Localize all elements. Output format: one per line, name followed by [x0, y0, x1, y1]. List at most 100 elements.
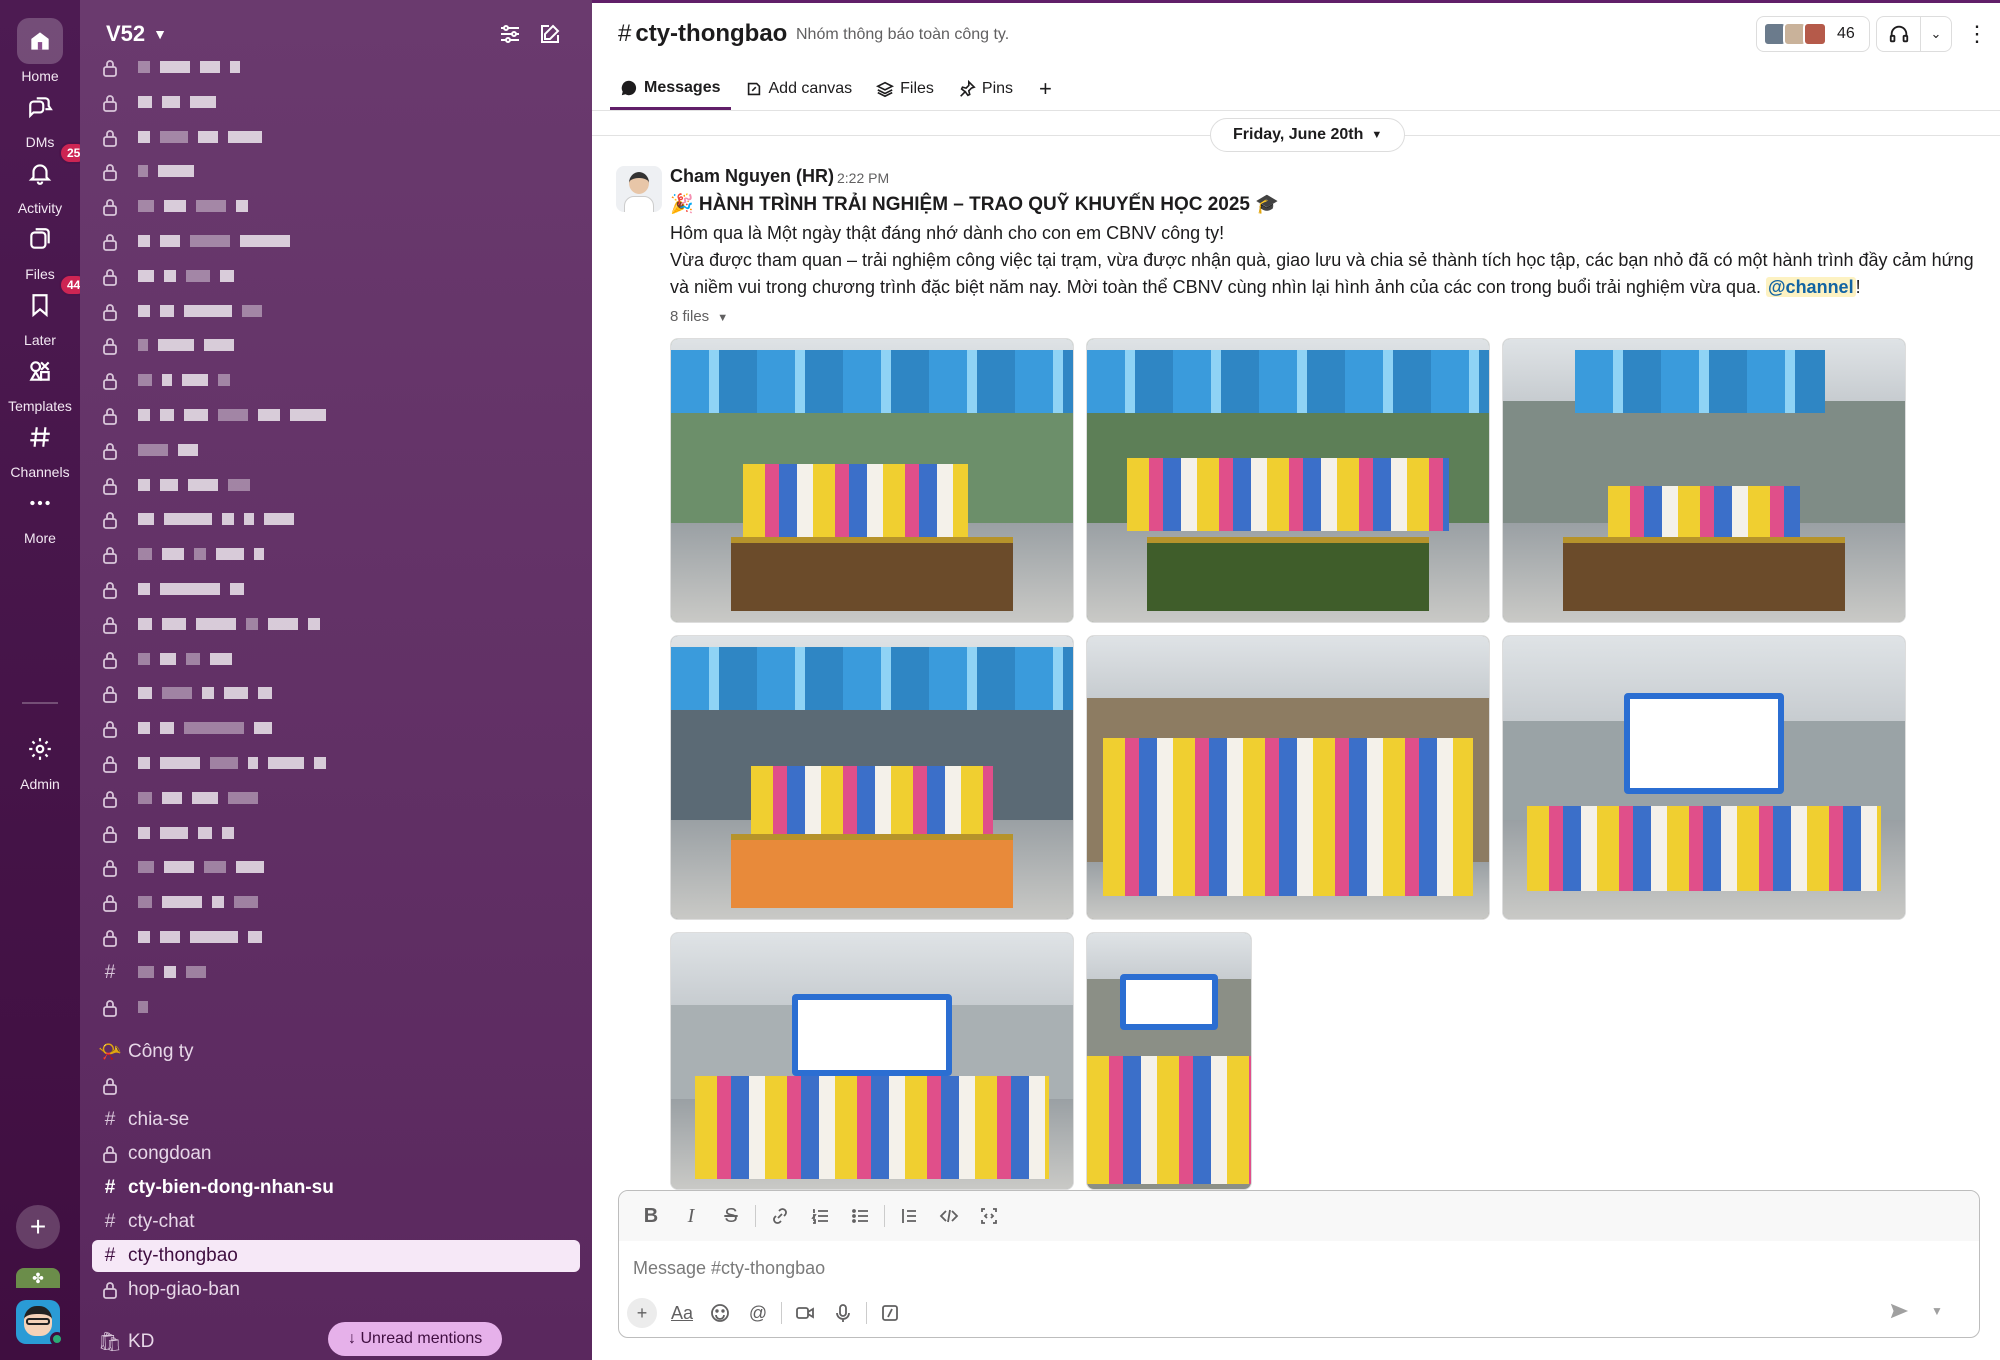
rail-more[interactable]: More	[0, 480, 80, 546]
message-input[interactable]	[633, 1253, 1953, 1283]
chevron-down-icon[interactable]: ⌄	[1921, 26, 1951, 42]
date-divider-button[interactable]: Friday, June 20th ▼	[1210, 118, 1406, 152]
sidebar-item-redacted[interactable]	[92, 713, 580, 745]
rail-home[interactable]: Home	[0, 18, 80, 84]
image-attachment[interactable]	[1086, 338, 1490, 623]
author-avatar[interactable]	[616, 166, 662, 212]
sidebar-item-redacted[interactable]	[92, 261, 580, 293]
sidebar-item-redacted[interactable]	[92, 922, 580, 954]
members-button[interactable]: 46	[1756, 16, 1870, 52]
channel-tabs: Messages Add canvas Files Pins +	[610, 68, 1068, 110]
sidebar-item-redacted[interactable]	[92, 504, 580, 536]
sidebar-item-redacted[interactable]	[92, 87, 580, 119]
sidebar-item-redacted[interactable]	[92, 644, 580, 676]
sidebar-item-redacted[interactable]	[92, 470, 580, 502]
mention-icon[interactable]: @	[739, 1295, 777, 1331]
rail-later[interactable]: 44 Later	[0, 274, 89, 348]
sidebar-item-cty-thongbao[interactable]: # cty-thongbao	[92, 1240, 580, 1272]
hash-icon: #	[104, 1245, 116, 1266]
files-toggle[interactable]: 8 files ▼	[670, 308, 728, 325]
sidebar-item-redacted[interactable]	[92, 539, 580, 571]
sidebar-item-redacted[interactable]	[92, 226, 580, 258]
sidebar-item-redacted[interactable]	[92, 122, 580, 154]
rail-templates[interactable]: Templates	[0, 348, 80, 414]
italic-icon[interactable]: I	[671, 1198, 711, 1234]
sidebar-item-redacted[interactable]	[92, 678, 580, 710]
bold-icon[interactable]: B	[631, 1198, 671, 1234]
sidebar-item-redacted[interactable]	[92, 992, 580, 1024]
sidebar-item-redacted[interactable]	[92, 609, 580, 641]
tab-files[interactable]: Files	[866, 68, 944, 110]
rail-activity[interactable]: 25 Activity	[0, 142, 89, 216]
rail-channels[interactable]: Channels	[0, 414, 80, 480]
hash-icon: #	[104, 1109, 116, 1130]
link-icon[interactable]	[760, 1198, 800, 1234]
message-author[interactable]: Cham Nguyen (HR)	[670, 166, 834, 187]
rail-admin[interactable]: Admin	[0, 726, 80, 792]
sidebar-item-redacted[interactable]: #	[92, 957, 580, 989]
image-attachment[interactable]	[1502, 338, 1906, 623]
sidebar-item-redacted[interactable]	[92, 52, 580, 84]
tab-add-canvas[interactable]: Add canvas	[735, 68, 863, 110]
chevron-down-icon[interactable]: ▼	[1922, 1294, 1952, 1328]
workspace-switcher[interactable]: V52 ▼	[106, 18, 167, 50]
sidebar-item-redacted[interactable]	[92, 818, 580, 850]
channel-title[interactable]: # cty-thongbao	[618, 20, 787, 48]
redacted-channel-label	[138, 579, 254, 601]
sidebar-item-redacted[interactable]	[92, 156, 580, 188]
bulleted-list-icon[interactable]	[840, 1198, 880, 1234]
code-icon[interactable]	[929, 1198, 969, 1234]
code-block-icon[interactable]	[969, 1198, 1009, 1234]
image-attachment[interactable]	[670, 635, 1074, 920]
emoji-icon[interactable]	[701, 1295, 739, 1331]
sidebar-item-redacted[interactable]	[92, 574, 580, 606]
message-time[interactable]: 2:22 PM	[837, 170, 889, 186]
tab-messages[interactable]: Messages	[610, 68, 731, 110]
clover-icon[interactable]: ✤	[16, 1268, 60, 1288]
compose-icon[interactable]	[534, 18, 566, 50]
sidebar-item-cty-bien-dong-nhan-su[interactable]: # cty-bien-dong-nhan-su	[92, 1172, 580, 1204]
image-attachment[interactable]	[1502, 635, 1906, 920]
sidebar-item-redacted[interactable]	[92, 400, 580, 432]
rail-dms[interactable]: DMs	[0, 84, 80, 150]
rail-files[interactable]: Files	[0, 216, 80, 282]
sidebar-item-private[interactable]	[92, 1070, 580, 1102]
blockquote-icon[interactable]	[889, 1198, 929, 1234]
sidebar-item-cty-chat[interactable]: # cty-chat	[92, 1206, 580, 1238]
video-icon[interactable]	[786, 1295, 824, 1331]
filter-sliders-icon[interactable]	[494, 18, 526, 50]
add-tab-button[interactable]: +	[1027, 68, 1064, 110]
more-options-icon[interactable]: ⋮	[1962, 18, 1992, 50]
add-workspace-button[interactable]: +	[16, 1205, 60, 1249]
sidebar-item-redacted[interactable]	[92, 748, 580, 780]
sidebar-item-redacted[interactable]	[92, 783, 580, 815]
sidebar-item-congdoan[interactable]: congdoan	[92, 1138, 580, 1170]
tab-pins[interactable]: Pins	[948, 68, 1023, 110]
strikethrough-icon[interactable]: S	[711, 1198, 751, 1234]
image-attachment[interactable]	[1086, 932, 1252, 1190]
send-icon[interactable]	[1882, 1294, 1916, 1328]
channel-mention[interactable]: @channel	[1766, 277, 1856, 297]
shortcuts-icon[interactable]	[871, 1295, 909, 1331]
image-attachment[interactable]	[1086, 635, 1490, 920]
unread-mentions-button[interactable]: ↓ Unread mentions	[328, 1322, 503, 1356]
sidebar-item-redacted[interactable]	[92, 435, 580, 467]
section-cong-ty[interactable]: 📯 Công ty	[92, 1036, 580, 1068]
sidebar-item-redacted[interactable]	[92, 365, 580, 397]
microphone-icon[interactable]	[824, 1295, 862, 1331]
image-attachment[interactable]	[670, 338, 1074, 623]
image-attachment[interactable]	[670, 932, 1074, 1190]
ordered-list-icon[interactable]	[800, 1198, 840, 1234]
redacted-channel-label	[138, 266, 244, 288]
sidebar-item-redacted[interactable]	[92, 296, 580, 328]
sidebar-item-redacted[interactable]	[92, 191, 580, 223]
sidebar-item-redacted[interactable]	[92, 887, 580, 919]
text-format-icon[interactable]: Aa	[663, 1295, 701, 1331]
plus-icon[interactable]: +	[627, 1298, 657, 1328]
huddle-button[interactable]: ⌄	[1876, 16, 1952, 52]
sidebar-item-chia-se[interactable]: # chia-se	[92, 1104, 580, 1136]
message-title: 🎉 HÀNH TRÌNH TRẢI NGHIỆM – TRAO QUỸ KHUY…	[670, 194, 1279, 215]
sidebar-item-redacted[interactable]	[92, 330, 580, 362]
sidebar-item-hop-giao-ban[interactable]: hop-giao-ban	[92, 1274, 580, 1306]
sidebar-item-redacted[interactable]	[92, 852, 580, 884]
